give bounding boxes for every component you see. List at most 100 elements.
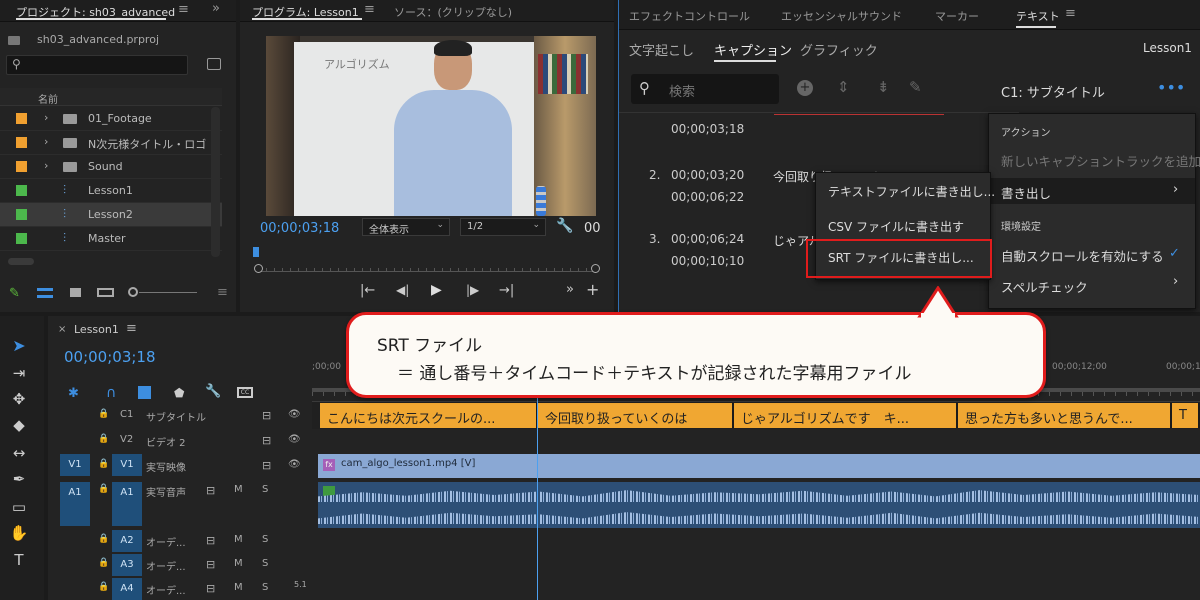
linked-selection-icon[interactable] — [138, 386, 151, 399]
timeline-timecode[interactable]: 00;00;03;18 — [64, 348, 156, 366]
edit-pencil-icon[interactable]: ✎ — [909, 78, 922, 96]
eye-icon[interactable]: 👁 — [288, 459, 301, 470]
play-icon[interactable]: ▶ — [431, 282, 442, 298]
zoom-slider-handle[interactable] — [128, 287, 138, 297]
label-color-swatch[interactable] — [16, 209, 27, 220]
caption-clip[interactable]: 思った方も多いと思うんで... — [958, 403, 1172, 428]
slip-tool-icon[interactable]: ↔ — [8, 444, 30, 464]
video-clip[interactable]: fx cam_algo_lesson1.mp4 [V] — [318, 454, 1200, 478]
timeline-playhead[interactable] — [537, 380, 538, 600]
sync-lock-icon[interactable]: ⊟ — [206, 534, 215, 547]
add-caption-icon[interactable]: + — [797, 80, 813, 96]
project-item[interactable]: ⫶ Master — [0, 227, 222, 251]
submenu-export-csv[interactable]: CSV ファイルに書き出す — [828, 218, 964, 235]
list-view-icon[interactable] — [37, 288, 53, 298]
lock-icon[interactable]: 🔒 — [98, 534, 109, 544]
label-color-swatch[interactable] — [16, 113, 27, 124]
caption-clip[interactable]: 今回取り扱っていくのは — [538, 403, 734, 428]
razor-tool-icon[interactable]: ◆ — [8, 416, 30, 436]
new-bin-search-icon[interactable] — [207, 58, 221, 70]
icon-view-icon[interactable] — [70, 288, 81, 297]
caption-clip[interactable]: T — [1172, 403, 1200, 428]
lock-icon[interactable]: 🔒 — [98, 434, 109, 444]
resolution-select[interactable]: 1/2 ⌄ — [460, 218, 546, 236]
program-tab-menu-icon[interactable]: ≡ — [364, 2, 375, 17]
project-item[interactable]: › 01_Footage — [0, 107, 222, 131]
hand-tool-icon[interactable]: ✋ — [8, 524, 30, 544]
merge-caption-icon[interactable]: ⇟ — [877, 78, 890, 96]
solo-button[interactable]: S — [262, 558, 268, 569]
program-timecode[interactable]: 00;00;03;18 — [260, 221, 339, 236]
mute-button[interactable]: M — [234, 582, 243, 593]
project-item[interactable]: ⫶ Lesson2 — [0, 203, 222, 227]
freeform-view-icon[interactable] — [97, 288, 114, 297]
subtab-captions[interactable]: キャプション — [714, 40, 792, 59]
track-target-a3[interactable]: A3 — [112, 554, 142, 576]
track-target-v1[interactable]: V1 — [112, 454, 142, 476]
solo-button[interactable]: S — [262, 582, 268, 593]
go-to-out-icon[interactable]: →| — [499, 283, 514, 298]
solo-button[interactable]: S — [262, 534, 268, 545]
eye-icon[interactable]: 👁 — [288, 434, 301, 445]
label-color-swatch[interactable] — [16, 185, 27, 196]
sort-icon[interactable]: ≡ — [217, 285, 228, 300]
menu-item-new-track[interactable]: 新しいキャプショントラックを追加... — [1001, 151, 1200, 170]
caption-track-label[interactable]: C1: サブタイトル — [1001, 82, 1105, 101]
mute-button[interactable]: M — [234, 484, 243, 495]
playhead-marker[interactable] — [253, 247, 259, 257]
sync-lock-icon[interactable]: ⊟ — [206, 484, 215, 497]
tab-essential-sound[interactable]: エッセンシャルサウンド — [781, 8, 902, 24]
in-point-handle[interactable] — [254, 264, 263, 273]
pen-tool-icon[interactable]: ✒ — [8, 470, 30, 490]
source-tab[interactable]: ソース：(クリップなし) — [394, 4, 512, 20]
chevron-right-icon[interactable]: › — [44, 159, 48, 172]
timeline-tab[interactable]: Lesson1 — [74, 323, 119, 336]
wrench-icon[interactable]: 🔧 — [556, 218, 573, 234]
sync-lock-icon[interactable]: ⊟ — [262, 459, 271, 472]
audio-clip[interactable] — [318, 482, 1200, 528]
sync-lock-icon[interactable]: ⊟ — [262, 434, 271, 447]
step-forward-icon[interactable]: |▶ — [466, 283, 479, 297]
source-patch-v1[interactable]: V1 — [60, 454, 90, 476]
button-editor-icon[interactable]: + — [586, 280, 599, 299]
label-color-swatch[interactable] — [16, 161, 27, 172]
project-search-input[interactable]: ⚲ — [6, 55, 188, 75]
sync-lock-icon[interactable]: ⊟ — [206, 582, 215, 595]
step-back-icon[interactable]: ◀| — [396, 283, 409, 297]
lock-icon[interactable]: 🔒 — [98, 558, 109, 568]
eye-icon[interactable]: 👁 — [288, 409, 301, 420]
timeline-tab-menu-icon[interactable]: ≡ — [126, 321, 137, 336]
project-scrollbar[interactable] — [211, 107, 220, 257]
chevron-right-icon[interactable]: › — [44, 135, 48, 148]
out-point-handle[interactable] — [591, 264, 600, 273]
close-icon[interactable]: × — [58, 324, 66, 335]
mute-button[interactable]: M — [234, 558, 243, 569]
subtab-graphics[interactable]: グラフィック — [800, 40, 878, 59]
tab-effect-controls[interactable]: エフェクトコントロール — [629, 8, 750, 24]
selection-tool-icon[interactable]: ➤ — [8, 336, 30, 356]
project-item[interactable]: ⫶ Lesson1 — [0, 179, 222, 203]
split-caption-icon[interactable]: ⇕ — [837, 78, 850, 96]
rectangle-tool-icon[interactable]: ▭ — [8, 498, 30, 518]
track-target-a2[interactable]: A2 — [112, 530, 142, 552]
menu-item-spellcheck[interactable]: スペルチェック — [1001, 277, 1088, 296]
lock-icon[interactable]: 🔒 — [98, 582, 109, 592]
ripple-edit-tool-icon[interactable]: ✥ — [8, 390, 30, 410]
video-frame[interactable]: アルゴリズム — [266, 36, 596, 216]
lock-icon[interactable]: 🔒 — [98, 459, 109, 469]
more-controls-icon[interactable]: » — [566, 282, 574, 297]
caption-search-input[interactable]: ⚲ 検索 — [631, 74, 779, 104]
wrench-icon[interactable]: 🔧 — [205, 384, 221, 399]
add-marker-icon[interactable]: ⬟ — [174, 386, 184, 400]
mute-button[interactable]: M — [234, 534, 243, 545]
track-target-a4[interactable]: A4 — [112, 578, 142, 600]
subtab-transcript[interactable]: 文字起こし — [629, 40, 694, 59]
column-name-header[interactable]: 名前 — [38, 91, 58, 106]
chevron-right-icon[interactable]: › — [44, 111, 48, 124]
snap-icon[interactable]: ∩ — [106, 385, 116, 401]
caption-clip[interactable]: こんにちは次元スクールの... — [320, 403, 538, 428]
source-patch-a1[interactable]: A1 — [60, 482, 90, 526]
project-hscrollbar[interactable] — [8, 258, 34, 265]
submenu-export-text[interactable]: テキストファイルに書き出し... — [828, 183, 995, 200]
lock-icon[interactable]: 🔒 — [98, 484, 109, 494]
